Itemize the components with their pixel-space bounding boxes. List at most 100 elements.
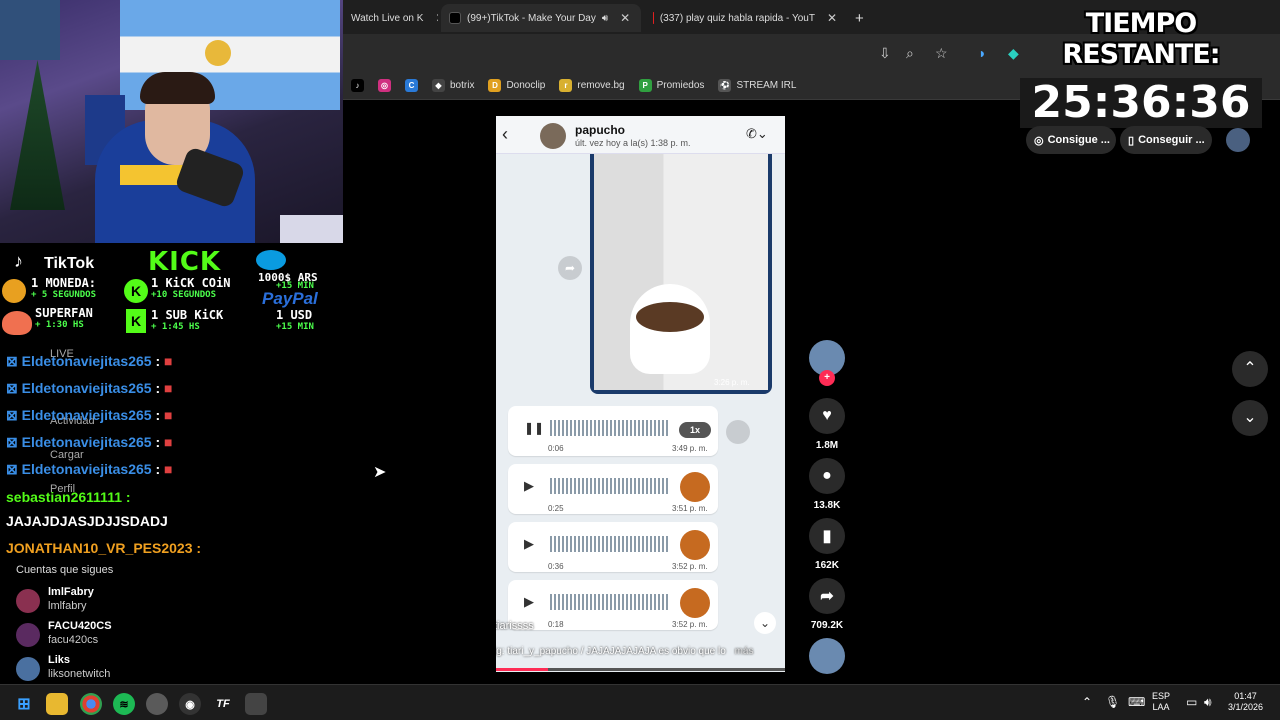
voice-time: 3:49 p. m. [672,444,708,453]
clock[interactable]: 01:47 3/1/2026 [1228,691,1263,713]
tab-kick[interactable]: Watch Live on K✕ [343,4,438,32]
spotify-icon[interactable]: ≋ [113,693,135,715]
get-coins-button[interactable]: ◎ Consigue ... [1026,126,1116,154]
creator-avatar[interactable]: + [809,340,845,386]
chat-username: sebastian2611111 : [6,489,131,505]
moneda-time: + 5 SEGUNDOS [31,290,97,300]
music-disc[interactable] [809,638,845,674]
canva-icon[interactable]: C [405,79,418,92]
keyboard [280,215,343,243]
mic-tray-icon[interactable]: 🎙︎ [1105,695,1120,709]
video-progress[interactable] [496,668,785,671]
tiktok-video[interactable]: ‹ papucho últ. vez hoy a la(s) 1:38 p. m… [496,116,785,672]
chat-message: ⊠ Eldetonaviejitas265 : ■ [6,353,173,369]
pause-icon: ❚❚ [524,421,545,435]
chevron-up-icon[interactable]: ⌃ [1082,695,1092,709]
back-arrow-icon: ‹ [502,124,508,144]
voice-time: 3:52 p. m. [672,620,708,629]
bookmark-donoclip[interactable]: D Donoclip [488,79,545,92]
following-handle: facu420cs [48,634,99,646]
paypal-logo: PayPal [262,289,318,308]
close-icon[interactable]: ✕ [620,11,630,25]
language-indicator[interactable]: ESP LAA [1152,691,1170,713]
bookmark-removebg[interactable]: r remove.bg [559,79,625,92]
more-link[interactable]: más [735,646,754,657]
tiktok-icon [449,12,461,24]
network-icon[interactable]: ▭ [1186,695,1197,709]
waveform [550,420,668,436]
tab-tiktok[interactable]: (99+)TikTok - Make Your Day 🔊︎ ✕ [441,4,641,32]
get-app-button[interactable]: ▯ Conseguir ... [1120,126,1212,154]
profile-avatar[interactable] [1226,128,1250,152]
bookmark-stream-irl[interactable]: ⚽ STREAM IRL [718,79,796,92]
avatar[interactable] [16,657,40,681]
like-button[interactable]: ♥ 1.8M [809,398,845,451]
save-button[interactable]: ▮ 162K [809,518,845,571]
like-count: 1.8M [815,440,839,451]
star-icon[interactable]: ☆ [935,45,948,62]
next-video-button[interactable]: ⌄ [1232,400,1268,436]
tiktok-studio-icon[interactable]: TF [212,693,234,715]
close-icon[interactable]: ✕ [435,11,438,25]
sub-kick-time: + 1:45 HS [151,322,200,332]
file-explorer-icon[interactable] [46,693,68,715]
superfan-alert: SUPERFAN + 1:30 HS [35,306,93,330]
voice-note: ▶ 0:36 3:52 p. m. [508,522,718,572]
poster [0,0,60,60]
phone-call-icon: ✆⌄ [746,126,768,141]
avatar[interactable] [16,589,40,613]
christmas-tree [10,60,65,210]
obs-icon[interactable]: ◉ [179,693,201,715]
usd-label: 1 USD [276,308,313,322]
chrome-icon[interactable] [80,693,102,715]
emote-icon: ■ [164,461,173,477]
video-caption: ig: tiari_y_papucho / JAJAJAJAJAJA es ob… [496,646,754,657]
instagram-icon[interactable]: ◎ [378,79,391,92]
following-name[interactable]: lmlFabry [48,586,94,598]
sender-avatar [680,588,710,618]
sub-kick-alert: 1 SUB KiCK + 1:45 HS [151,308,223,332]
following-name[interactable]: Liks [48,654,70,666]
donation-alerts-panel: ♪ TikTok KICK 1000$ ARS +15 MIN PayPal 1… [0,243,343,343]
keyboard-tray-icon[interactable]: ⌨ [1128,695,1145,709]
install-icon[interactable]: ⇩ [879,45,891,62]
chat-header: ‹ papucho últ. vez hoy a la(s) 1:38 p. m… [496,116,785,154]
voice-time: 3:51 p. m. [672,504,708,513]
sender-avatar [680,472,710,502]
share-icon: ➦ [809,578,845,614]
avatar[interactable] [16,623,40,647]
zoom-icon[interactable]: ⌕ [906,45,914,62]
emote-icon: ■ [164,407,173,423]
countdown-timer: TIEMPO RESTANTE: 25:36:36 [1010,8,1272,128]
following-handle: lmlfabry [48,600,87,612]
bookmark-botrix[interactable]: ◆ botrix [432,79,474,92]
chat-text: JAJAJDJASJDJJSDADJ [6,513,168,529]
mouse-cursor-icon: ➤ [373,464,387,481]
extension-icon[interactable]: ◗ [978,45,986,61]
taskbar: ⊞ ≋ ◉ TF ⌃ 🎙︎ ⌨ ESP LAA ▭ 🔊︎ 01:47 3/1/202… [0,684,1280,720]
app-icon[interactable] [245,693,267,715]
video-author[interactable]: tiarissss [496,620,534,632]
contact-name: papucho [575,123,625,137]
moneda-alert: 1 MONEDA: + 5 SEGUNDOS [31,276,96,300]
windows-start-icon[interactable]: ⊞ [13,693,35,715]
app-icon[interactable] [146,693,168,715]
play-icon: ▶ [524,536,534,551]
coin-icon [2,279,26,303]
superfan-label: SUPERFAN [35,306,93,320]
new-tab-button[interactable]: + [847,4,872,32]
comment-button[interactable]: ● 13.8K [809,458,845,511]
tiktok-icon[interactable]: ♪ [351,79,364,92]
image-time: 3:26 p. m. [714,378,750,387]
emote-icon: ■ [164,380,173,396]
close-icon[interactable]: ✕ [827,11,837,25]
tab-youtube[interactable]: (337) play quiz habla rapida - YouT ✕ [645,4,845,32]
bookmark-icon: ▮ [809,518,845,554]
speaker-icon: 🔊︎ [601,12,609,24]
share-button[interactable]: ➦ 709.2K [809,578,845,631]
heart-icon: ♥ [809,398,845,434]
previous-video-button[interactable]: ⌃ [1232,351,1268,387]
volume-icon[interactable]: 🔊︎ [1204,695,1212,710]
following-name[interactable]: FACU420CS [48,620,112,632]
bookmark-promiedos[interactable]: P Promiedos [638,79,704,92]
